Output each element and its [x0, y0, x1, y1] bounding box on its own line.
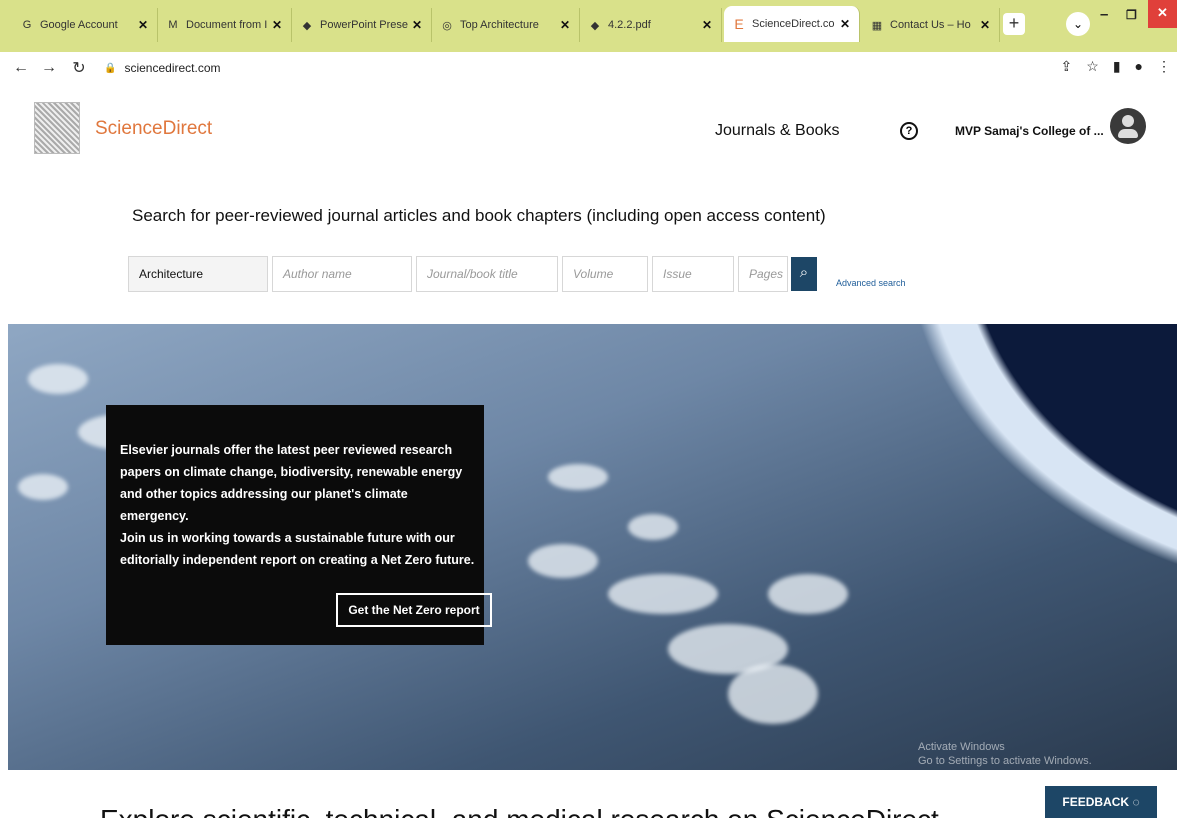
tab-document[interactable]: M Document from I ✕	[158, 8, 292, 42]
issue-input[interactable]: Issue	[652, 256, 734, 292]
extension-icon[interactable]: ▮	[1113, 58, 1121, 75]
search-heading: Search for peer-reviewed journal article…	[132, 206, 826, 225]
tab-google-account[interactable]: G Google Account ✕	[12, 8, 158, 42]
profile-icon[interactable]: ●	[1135, 58, 1143, 75]
tab-label: 4.2.2.pdf	[608, 19, 651, 31]
url-field[interactable]: 🔒 sciencedirect.com	[104, 61, 221, 75]
net-zero-report-button[interactable]: Get the Net Zero report	[336, 593, 492, 627]
close-tab-icon[interactable]: ✕	[837, 17, 853, 31]
journals-books-link[interactable]: Journals & Books	[715, 122, 840, 140]
close-tab-icon[interactable]: ✕	[409, 18, 425, 32]
close-tab-icon[interactable]: ✕	[699, 18, 715, 32]
volume-input[interactable]: Volume	[562, 256, 648, 292]
tab-sciencedirect[interactable]: E ScienceDirect.co ✕	[724, 6, 860, 42]
back-icon[interactable]: ←	[10, 59, 32, 77]
tab-label: Google Account	[40, 19, 118, 31]
explore-heading: Explore scientific, technical, and medic…	[100, 804, 939, 818]
minimize-icon[interactable]: –	[1100, 6, 1108, 23]
tab-strip: G Google Account ✕ M Document from I ✕ ◆…	[0, 0, 1177, 52]
speech-bubble-icon: ◌	[1132, 795, 1140, 809]
brand-name[interactable]: ScienceDirect	[95, 118, 212, 140]
tab-contact-us[interactable]: ▦ Contact Us – Ho ✕	[862, 8, 1000, 42]
tab-powerpoint[interactable]: ◆ PowerPoint Prese ✕	[292, 8, 432, 42]
keywords-input[interactable]: Architecture	[128, 256, 268, 292]
tab-label: Document from I	[186, 19, 268, 31]
building-icon: ▦	[871, 19, 883, 32]
site-header: ScienceDirect Journals & Books ? MVP Sam…	[0, 84, 1177, 174]
search-icon: ⌕	[799, 264, 809, 281]
address-bar: ← → ↻ 🔒 sciencedirect.com ⇪ ☆ ▮ ● ⋮	[0, 52, 1177, 84]
forward-icon[interactable]: →	[38, 59, 60, 77]
feedback-label: FEEDBACK	[1062, 795, 1130, 809]
reload-icon[interactable]: ↻	[68, 58, 90, 78]
tab-top-architecture[interactable]: ◎ Top Architecture ✕	[432, 8, 580, 42]
close-tab-icon[interactable]: ✕	[557, 18, 573, 32]
chrome-icon: ◆	[302, 19, 312, 32]
journal-title-input[interactable]: Journal/book title	[416, 256, 558, 292]
institution-name[interactable]: MVP Samaj's College of ...	[955, 124, 1104, 138]
tab-search-chevron-icon[interactable]: ⌄	[1066, 12, 1090, 36]
tab-label: Top Architecture	[460, 19, 539, 31]
chrome-icon: ◆	[590, 19, 600, 32]
maximize-icon[interactable]: ❐	[1126, 8, 1137, 22]
site-icon: ◎	[442, 19, 452, 32]
gmail-icon: M	[168, 19, 178, 31]
advanced-search-link[interactable]: Advanced search	[836, 278, 906, 288]
author-input[interactable]: Author name	[272, 256, 412, 292]
close-window-icon[interactable]: ✕	[1148, 0, 1177, 28]
feedback-button[interactable]: FEEDBACK ◌	[1045, 786, 1157, 818]
watermark-line-1: Activate Windows	[918, 741, 1005, 753]
url-text: sciencedirect.com	[124, 61, 221, 75]
close-tab-icon[interactable]: ✕	[269, 18, 285, 32]
share-icon[interactable]: ⇪	[1061, 58, 1073, 75]
net-zero-promo: Elsevier journals offer the latest peer …	[106, 405, 492, 645]
new-tab-button[interactable]: +	[1003, 13, 1025, 35]
toolbar-right: ⇪ ☆ ▮ ● ⋮	[1061, 58, 1171, 75]
lock-icon: 🔒	[104, 62, 117, 74]
close-tab-icon[interactable]: ✕	[977, 18, 993, 32]
elsevier-icon: E	[734, 16, 744, 32]
search-button[interactable]: ⌕	[791, 257, 817, 291]
windows-activation-watermark: Activate Windows Go to Settings to activ…	[918, 740, 1092, 768]
promo-text-2: Join us in working towards a sustainable…	[120, 531, 475, 567]
user-avatar-icon[interactable]	[1110, 108, 1146, 144]
bookmark-star-icon[interactable]: ☆	[1086, 58, 1099, 75]
promo-text-1: Elsevier journals offer the latest peer …	[120, 443, 463, 523]
close-tab-icon[interactable]: ✕	[135, 18, 151, 32]
pages-input[interactable]: Pages	[738, 256, 788, 292]
watermark-line-2: Go to Settings to activate Windows.	[918, 755, 1092, 767]
tab-pdf[interactable]: ◆ 4.2.2.pdf ✕	[580, 8, 722, 42]
help-icon[interactable]: ?	[900, 122, 918, 140]
elsevier-logo[interactable]	[34, 102, 80, 154]
browser-window: G Google Account ✕ M Document from I ✕ ◆…	[0, 0, 1177, 818]
menu-icon[interactable]: ⋮	[1157, 58, 1171, 75]
tab-label: Contact Us – Ho	[890, 19, 971, 31]
tab-label: PowerPoint Prese	[320, 19, 409, 31]
google-icon: G	[22, 19, 32, 31]
tab-label: ScienceDirect.co	[752, 18, 835, 30]
